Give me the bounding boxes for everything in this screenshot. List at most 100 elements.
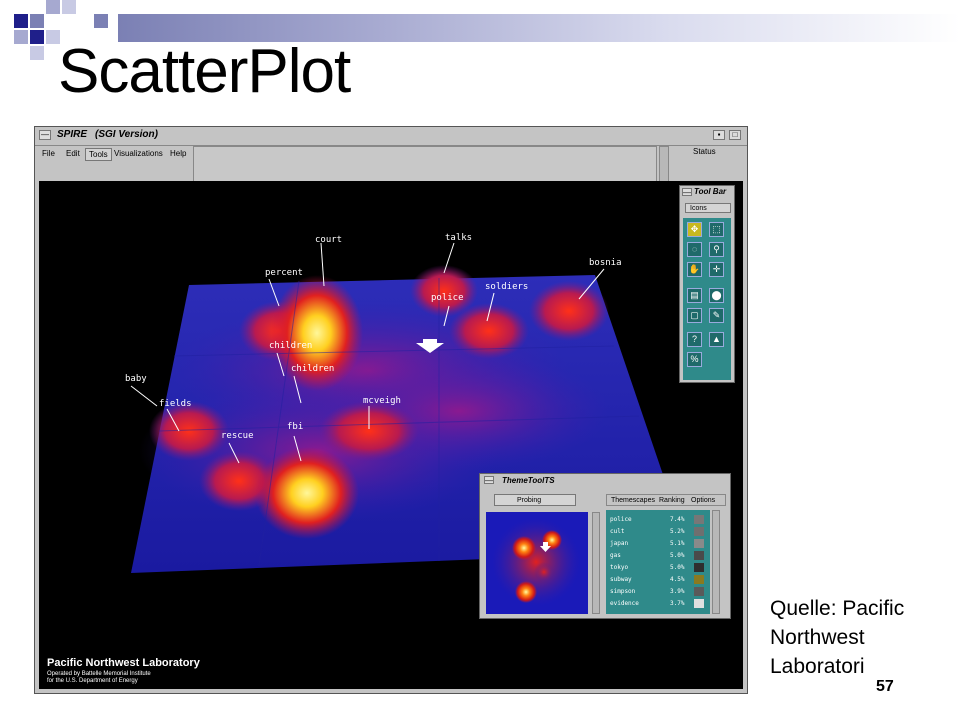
theme-name: police [610,516,632,523]
term-label: police [431,293,464,303]
theme-percent: 5.1% [670,540,685,547]
toolbar-selector[interactable]: Icons [685,203,731,213]
terrain-peak [255,447,359,539]
menu-tools[interactable]: Tools [85,148,112,161]
term-label: baby [125,374,147,384]
list-item[interactable]: tokyo 5.0% [610,562,706,574]
landscape-icon[interactable]: ▲ [709,332,724,347]
pnl-logo-title: Pacific Northwest Laboratory [47,657,200,669]
tab-options[interactable]: Options [691,495,715,506]
edit-icon[interactable]: ✎ [709,308,724,323]
theme-color-swatch[interactable] [694,515,704,524]
term-label: court [315,235,343,245]
tab-ranking[interactable]: Ranking [659,495,685,506]
list-item[interactable]: cult 5.2% [610,526,706,538]
term-label: percent [265,268,303,278]
marquee-icon[interactable]: ⬚ [709,222,724,237]
window-version: (SGI Version) [95,129,158,140]
document-icon[interactable]: ▤ [687,288,702,303]
hand-icon[interactable]: ✋ [687,262,702,277]
theme-list-scrollbar[interactable] [712,510,720,614]
probing-selector[interactable]: Probing [494,494,576,506]
toolbar-menu-button[interactable]: — [682,188,692,197]
themetool-window: — ThemeToolTS Probing Themescapes Rankin… [479,473,731,619]
window-titlebar: — SPIRE (SGI Version) ▪ □ [35,127,747,146]
theme-name: tokyo [610,564,629,571]
term-label: fields [159,399,192,409]
maximize-button[interactable]: □ [729,130,741,140]
term-label: soldiers [485,282,529,292]
status-label: Status [693,147,716,156]
source-line: Northwest [770,626,865,649]
list-item[interactable]: gas 5.0% [610,550,706,562]
theme-color-swatch[interactable] [694,575,704,584]
tool-bar-palette: — Tool Bar Icons ✥ ⬚ ◌ ⚲ ✋ ✛ ▤ ⬤ ▢ ✎ ? ▲… [679,185,735,383]
source-line: Laboratori [770,655,865,678]
magnify-icon[interactable]: ⚲ [709,242,724,257]
pnl-logo-line1: Operated by Battelle Memorial Institute [47,671,151,677]
term-label: rescue [221,431,254,441]
tab-themescapes[interactable]: Themescapes [611,495,655,506]
term-label: children [291,364,335,374]
theme-color-swatch[interactable] [694,599,704,608]
percent-icon[interactable]: % [687,352,702,367]
menu-help[interactable]: Help [167,148,189,159]
lasso-icon[interactable]: ◌ [687,242,702,257]
theme-color-swatch[interactable] [694,527,704,536]
menu-file[interactable]: File [39,148,58,159]
page-number: 57 [876,678,894,695]
toolbar-title: Tool Bar [694,187,727,196]
theme-name: gas [610,552,621,559]
theme-name: simpson [610,588,636,595]
term-label: bosnia [589,258,622,268]
theme-name: cult [610,528,625,535]
theme-percent: 3.7% [670,600,685,607]
pnl-logo-line2: for the U.S. Department of Energy [47,678,138,684]
minimap-scrollbar[interactable] [592,512,600,614]
window-title: SPIRE [57,129,88,140]
overlap-icon[interactable]: ⬤ [709,288,724,303]
term-label: talks [445,233,473,243]
list-item[interactable]: simpson 3.9% [610,586,706,598]
pnl-logo-subtitle: Operated by Battelle Memorial Institute … [47,671,151,685]
toolbar-icons: ✥ ⬚ ◌ ⚲ ✋ ✛ ▤ ⬤ ▢ ✎ ? ▲ % [683,218,731,380]
window-menu-button[interactable]: — [39,130,51,140]
move-icon[interactable]: ✛ [709,262,724,277]
theme-color-swatch[interactable] [694,539,704,548]
theme-percent: 4.5% [670,576,685,583]
message-scrollbar[interactable] [659,146,669,182]
theme-color-swatch[interactable] [694,587,704,596]
theme-percent: 5.0% [670,552,685,559]
query-icon[interactable]: ? [687,332,702,347]
theme-color-swatch[interactable] [694,551,704,560]
source-line: Quelle: Pacific [770,597,905,620]
message-panel [193,146,657,182]
slide-title: ScatterPlot [58,37,351,106]
list-item[interactable]: evidence 3.7% [610,598,706,610]
frame-icon[interactable]: ▢ [687,308,702,323]
select-icon[interactable]: ✥ [687,222,702,237]
menu-visualizations[interactable]: Visualizations [111,148,166,159]
theme-percent: 5.2% [670,528,685,535]
list-item[interactable]: subway 4.5% [610,574,706,586]
theme-name: subway [610,576,632,583]
theme-color-swatch[interactable] [694,563,704,572]
list-item[interactable]: japan 5.1% [610,538,706,550]
term-label: children [269,341,313,351]
list-item[interactable]: police 7.4% [610,514,706,526]
theme-name: japan [610,540,629,547]
theme-percent: 7.4% [670,516,685,523]
term-label: fbi [287,422,304,432]
themetool-title: ThemeToolTS [502,476,555,485]
minimize-button[interactable]: ▪ [713,130,725,140]
theme-ranking-list: police 7.4% cult 5.2% japan 5.1% gas 5.0% to… [606,510,710,614]
source-caption: Quelle: Pacific Northwest Laboratori [770,594,955,681]
themescape-minimap[interactable] [486,512,588,614]
themetool-menu-button[interactable]: — [484,476,494,485]
theme-percent: 5.0% [670,564,685,571]
terrain-hill [529,281,609,341]
spire-window: — SPIRE (SGI Version) ▪ □ File Edit Tool… [34,126,748,694]
menu-edit[interactable]: Edit [63,148,83,159]
minimap-image [492,518,580,606]
theme-name: evidence [610,600,639,607]
